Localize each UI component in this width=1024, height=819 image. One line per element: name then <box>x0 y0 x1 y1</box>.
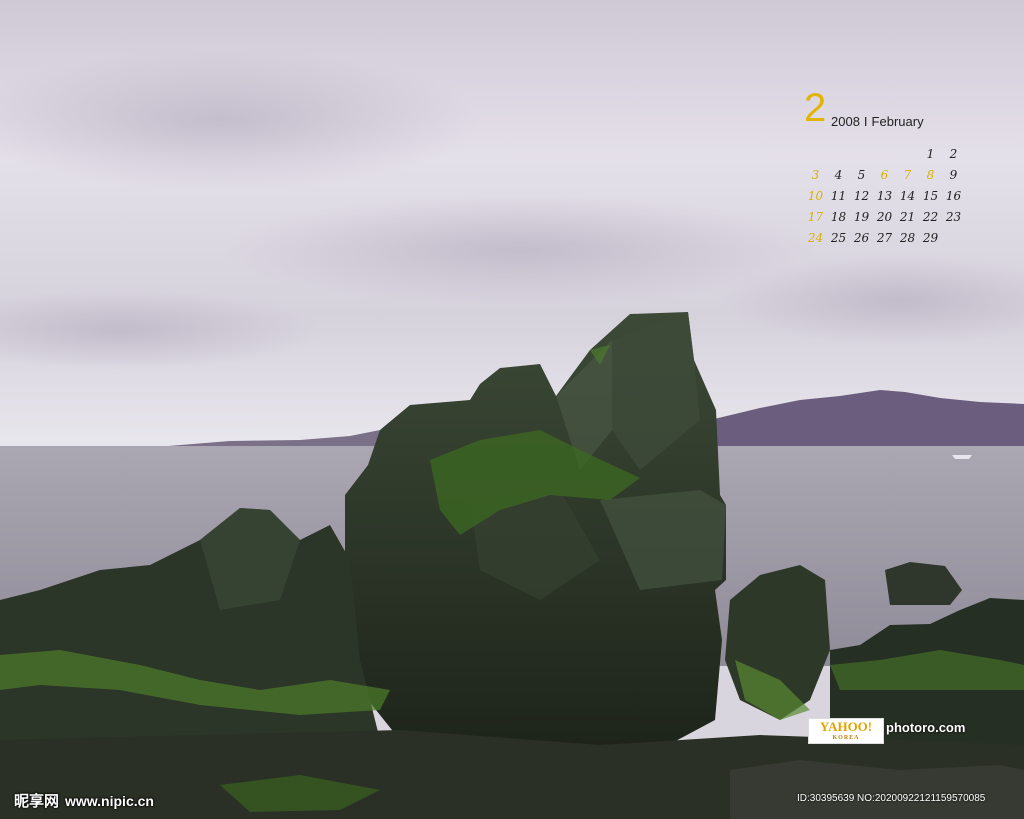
boat <box>952 455 972 459</box>
yahoo-logo-text: YAHOO! <box>819 719 873 734</box>
calendar-day: 10 <box>807 189 824 203</box>
calendar-day: 11 <box>830 189 847 203</box>
yahoo-korea-logo: YAHOO! KOREA <box>808 718 884 744</box>
calendar-day: 25 <box>830 231 847 245</box>
calendar-empty-cell <box>896 144 919 165</box>
calendar-grid: 1 2 3 4 5 6 7 8 9 10 11 12 13 14 15 16 17 18 19 20 21 22 23 24 2… <box>804 144 965 249</box>
calendar-day: 5 <box>857 168 866 182</box>
calendar-day: 22 <box>922 210 939 224</box>
calendar-month-name: February <box>871 114 924 129</box>
calendar-day: 29 <box>922 231 939 245</box>
calendar-separator: I <box>863 114 868 129</box>
calendar-day: 1 <box>926 147 935 161</box>
calendar-year: 2008 <box>831 114 860 129</box>
pebbles <box>730 760 1024 819</box>
calendar-day: 13 <box>876 189 893 203</box>
calendar-day: 4 <box>834 168 843 182</box>
calendar-day: 9 <box>949 168 958 182</box>
nipic-watermark: 昵享网 www.nipic.cn <box>14 790 154 811</box>
calendar-day: 8 <box>926 168 935 182</box>
calendar-header: 2 2008 I February <box>804 88 974 132</box>
calendar-day: 7 <box>903 168 912 182</box>
calendar-empty-cell <box>804 144 827 165</box>
calendar-day: 27 <box>876 231 893 245</box>
calendar-day: 12 <box>853 189 870 203</box>
calendar-year-month: 2008 I February <box>831 114 924 129</box>
yahoo-logo-sub: KOREA <box>832 735 860 741</box>
calendar-day: 21 <box>899 210 916 224</box>
nipic-brand: 昵享网 <box>14 793 60 810</box>
calendar-day: 28 <box>899 231 916 245</box>
calendar-day: 14 <box>899 189 916 203</box>
nipic-url: www.nipic.cn <box>65 793 154 809</box>
calendar-day: 24 <box>807 231 824 245</box>
calendar-day: 23 <box>945 210 962 224</box>
photoro-watermark: photoro.com <box>886 720 966 735</box>
calendar-day: 20 <box>876 210 893 224</box>
calendar-day: 26 <box>853 231 870 245</box>
calendar-day: 19 <box>853 210 870 224</box>
calendar-day: 6 <box>880 168 889 182</box>
calendar: 2 2008 I February 1 2 3 4 5 6 7 8 9 10 11 12 13 14 15 16 1… <box>804 88 974 245</box>
calendar-day: 16 <box>945 189 962 203</box>
calendar-empty-cell <box>942 228 965 249</box>
calendar-empty-cell <box>873 144 896 165</box>
calendar-day: 2 <box>949 147 958 161</box>
calendar-day: 15 <box>922 189 939 203</box>
calendar-day: 3 <box>811 168 820 182</box>
calendar-empty-cell <box>827 144 850 165</box>
image-id-watermark: ID:30395639 NO:20200922121159570085 <box>797 793 986 804</box>
calendar-empty-cell <box>850 144 873 165</box>
calendar-day: 17 <box>807 210 824 224</box>
calendar-day: 18 <box>830 210 847 224</box>
calendar-month-number: 2 <box>804 86 827 130</box>
